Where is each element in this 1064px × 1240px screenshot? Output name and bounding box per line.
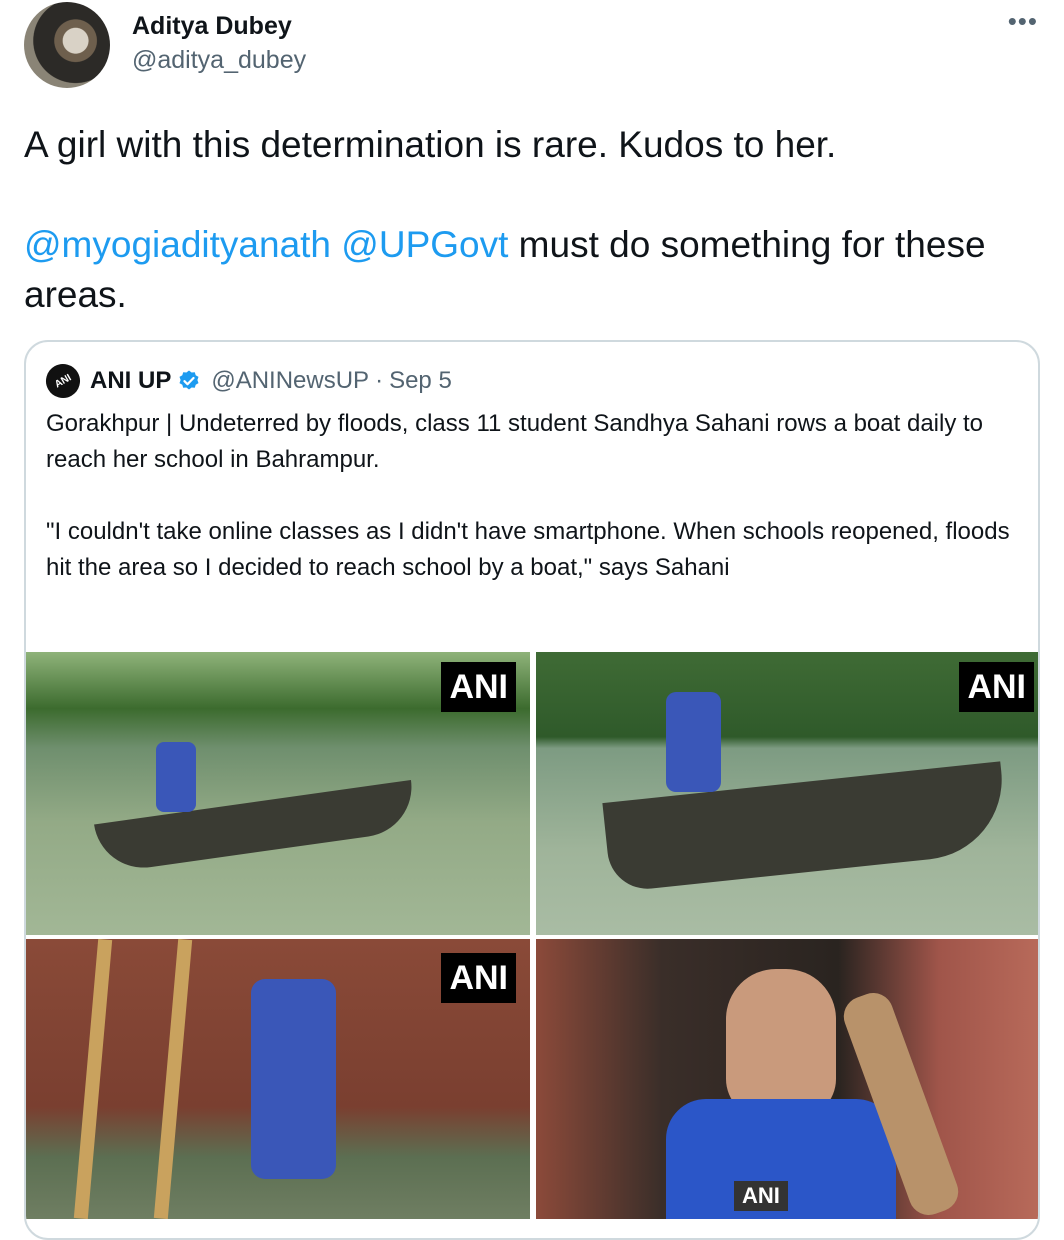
photo-grid: ANI ANI ANI ANI (26, 652, 1038, 1219)
quoted-paragraph: "I couldn't take online classes as I did… (46, 518, 1010, 581)
tweet-line-2: @myogiadityanath @UPGovt must do somethi… (24, 220, 1034, 320)
girl-figure (251, 979, 336, 1179)
girl-figure (666, 692, 721, 792)
girl-figure (156, 742, 196, 812)
quoted-paragraph: Gorakhpur | Undeterred by floods, class … (46, 410, 984, 473)
mic-label: ANI (734, 1181, 788, 1211)
ladder-rail (153, 939, 193, 1219)
quoted-author-name[interactable]: ANI UP (90, 367, 171, 395)
tweet-line-1: A girl with this determination is rare. … (24, 124, 837, 165)
quoted-tweet-header: ANI ANI UP @ANINewsUP · Sep 5 (39, 357, 452, 405)
ani-watermark: ANI (441, 662, 516, 712)
quoted-tweet[interactable]: ANI ANI UP @ANINewsUP · Sep 5 Gorakhpur … (24, 340, 1040, 1240)
author-block: Aditya Dubey @aditya_dubey (132, 10, 306, 76)
ani-watermark: ANI (959, 662, 1034, 712)
author-avatar[interactable] (24, 2, 110, 88)
face-shape (726, 969, 836, 1119)
photo-girl-in-boat[interactable]: ANI (536, 652, 1038, 935)
quoted-author-handle[interactable]: @ANINewsUP (211, 367, 369, 395)
more-options-icon[interactable]: ••• (1008, 6, 1038, 37)
boat-shape (94, 779, 418, 875)
tweet-text: A girl with this determination is rare. … (24, 120, 1034, 320)
meta-separator: · (375, 367, 384, 394)
author-handle[interactable]: @aditya_dubey (132, 44, 306, 76)
mention-link[interactable]: @UPGovt (341, 224, 508, 265)
verified-badge-icon (179, 370, 199, 390)
ani-watermark: ANI (441, 953, 516, 1003)
author-name[interactable]: Aditya Dubey (132, 10, 306, 42)
photo-girl-climbing-ladder[interactable]: ANI (26, 939, 530, 1219)
ladder-rail (73, 939, 113, 1219)
quoted-avatar[interactable]: ANI (39, 357, 87, 405)
boat-shape (602, 761, 1010, 893)
quoted-date[interactable]: Sep 5 (389, 367, 452, 395)
mention-link[interactable]: @myogiadityanath (24, 224, 331, 265)
photo-girl-interview[interactable]: ANI (536, 939, 1038, 1219)
quoted-tweet-text: Gorakhpur | Undeterred by floods, class … (46, 406, 1018, 622)
photo-girl-rowing-boat[interactable]: ANI (26, 652, 530, 935)
